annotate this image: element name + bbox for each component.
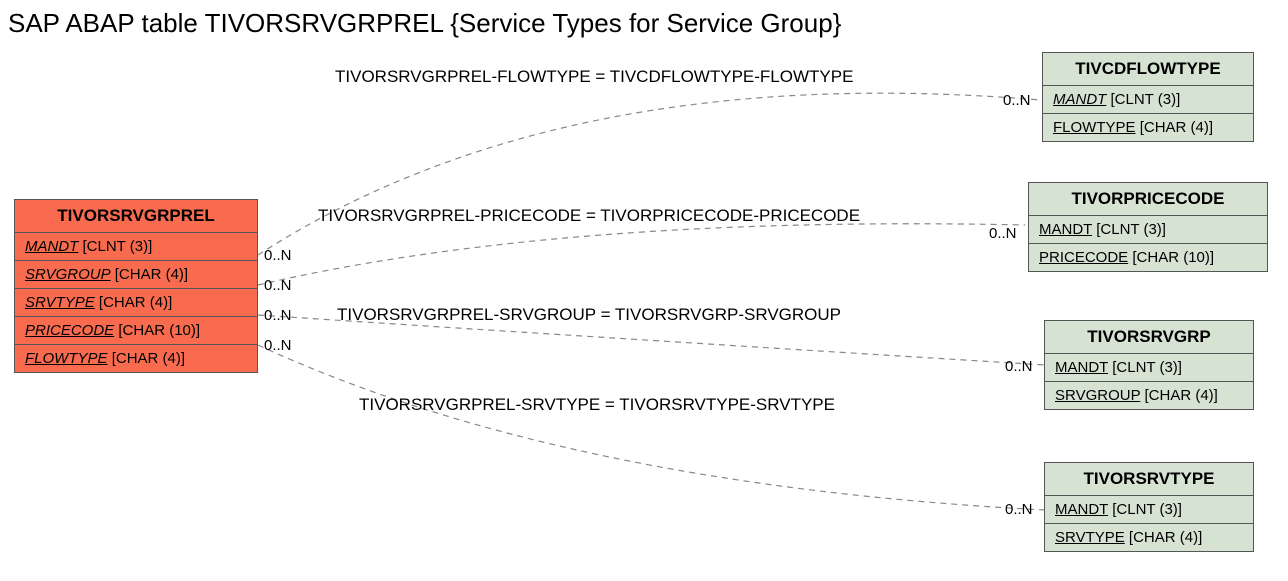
entity-tivorsrvgrp: TIVORSRVGRP MANDT [CLNT (3)] SRVGROUP [C… <box>1044 320 1254 410</box>
field-row: FLOWTYPE [CHAR (4)] <box>15 345 257 372</box>
field-row: MANDT [CLNT (3)] <box>1043 86 1253 114</box>
entity-tivorsrvtype: TIVORSRVTYPE MANDT [CLNT (3)] SRVTYPE [C… <box>1044 462 1254 552</box>
field-row: MANDT [CLNT (3)] <box>1045 354 1253 382</box>
entity-header: TIVORSRVTYPE <box>1045 463 1253 496</box>
field-row: PRICECODE [CHAR (10)] <box>15 317 257 345</box>
field-row: SRVGROUP [CHAR (4)] <box>15 261 257 289</box>
relation-label: TIVORSRVGRPREL-SRVTYPE = TIVORSRVTYPE-SR… <box>359 395 835 415</box>
entity-tivorsrvgrprel: TIVORSRVGRPREL MANDT [CLNT (3)] SRVGROUP… <box>14 199 258 373</box>
field-row: FLOWTYPE [CHAR (4)] <box>1043 114 1253 141</box>
entity-header: TIVORSRVGRPREL <box>15 200 257 233</box>
field-row: SRVTYPE [CHAR (4)] <box>15 289 257 317</box>
entity-tivorpricecode: TIVORPRICECODE MANDT [CLNT (3)] PRICECOD… <box>1028 182 1268 272</box>
entity-header: TIVCDFLOWTYPE <box>1043 53 1253 86</box>
cardinality-right: 0..N <box>989 225 1017 242</box>
relation-label: TIVORSRVGRPREL-SRVGROUP = TIVORSRVGRP-SR… <box>337 305 841 325</box>
cardinality-left: 0..N <box>264 307 292 324</box>
relation-label: TIVORSRVGRPREL-FLOWTYPE = TIVCDFLOWTYPE-… <box>335 67 853 87</box>
cardinality-left: 0..N <box>264 337 292 354</box>
cardinality-right: 0..N <box>1003 92 1031 109</box>
relation-label: TIVORSRVGRPREL-PRICECODE = TIVORPRICECOD… <box>318 206 860 226</box>
field-row: MANDT [CLNT (3)] <box>1045 496 1253 524</box>
entity-header: TIVORPRICECODE <box>1029 183 1267 216</box>
field-row: MANDT [CLNT (3)] <box>15 233 257 261</box>
field-row: PRICECODE [CHAR (10)] <box>1029 244 1267 271</box>
entity-header: TIVORSRVGRP <box>1045 321 1253 354</box>
field-row: MANDT [CLNT (3)] <box>1029 216 1267 244</box>
cardinality-right: 0..N <box>1005 358 1033 375</box>
cardinality-left: 0..N <box>264 247 292 264</box>
cardinality-right: 0..N <box>1005 501 1033 518</box>
entity-tivcdflowtype: TIVCDFLOWTYPE MANDT [CLNT (3)] FLOWTYPE … <box>1042 52 1254 142</box>
diagram-title: SAP ABAP table TIVORSRVGRPREL {Service T… <box>8 8 841 39</box>
field-row: SRVGROUP [CHAR (4)] <box>1045 382 1253 409</box>
cardinality-left: 0..N <box>264 277 292 294</box>
field-row: SRVTYPE [CHAR (4)] <box>1045 524 1253 551</box>
